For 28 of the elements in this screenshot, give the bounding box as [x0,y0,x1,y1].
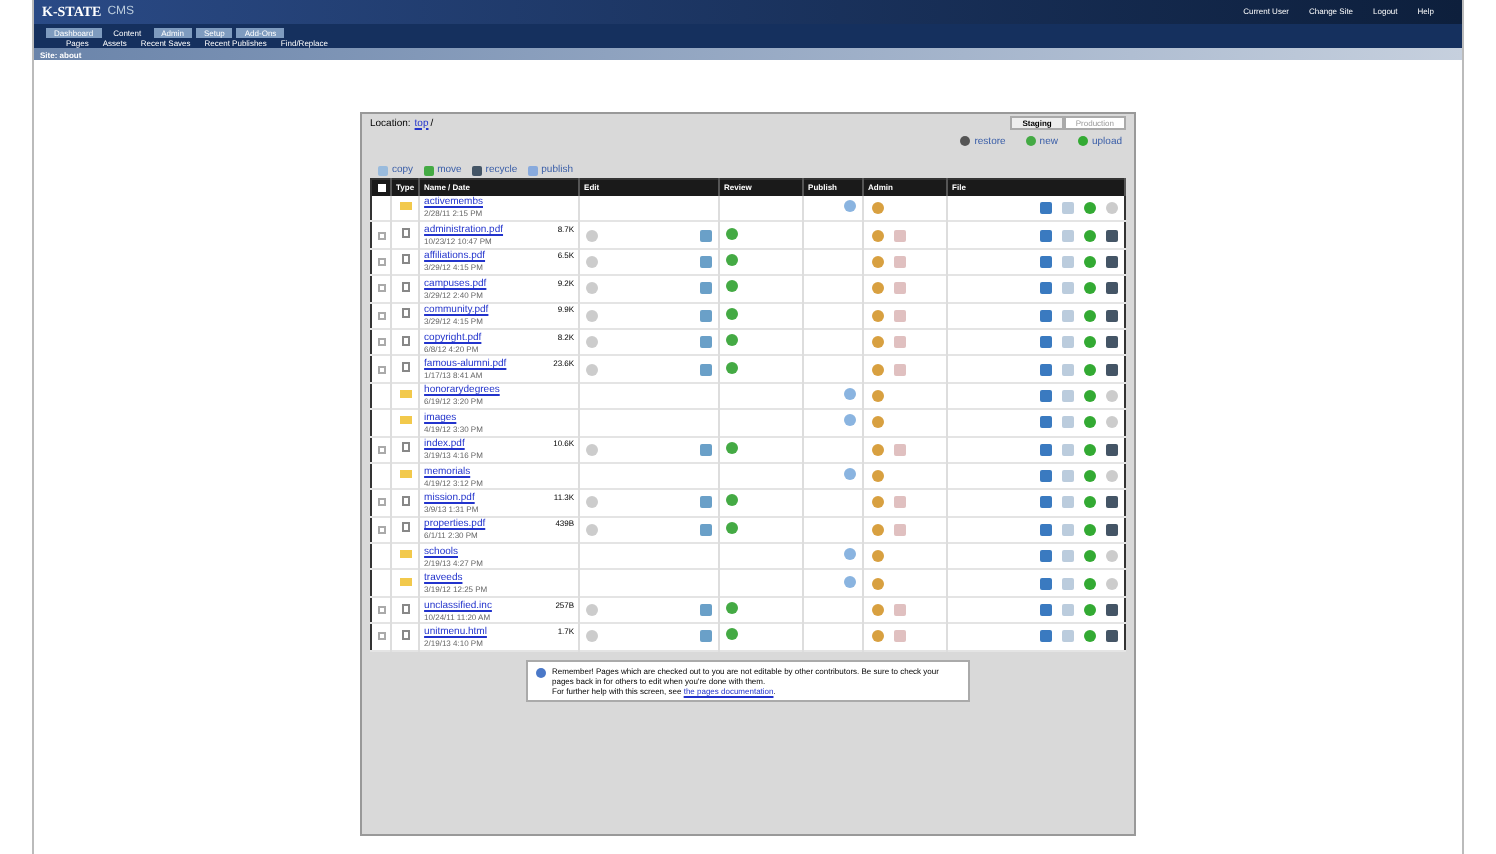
row-checkbox[interactable] [377,525,385,534]
row-checkbox[interactable] [377,231,385,240]
file-icon [401,254,410,265]
file-icon [401,629,410,640]
row-checkbox[interactable] [377,257,385,266]
row-checkbox[interactable] [377,632,385,641]
file-icon [401,335,410,346]
folder-icon [399,416,412,425]
row-checkbox[interactable] [377,445,385,454]
folder-icon [399,470,412,479]
file-icon [401,362,410,373]
row-checkbox[interactable] [377,365,385,374]
row-checkbox[interactable] [377,606,385,615]
file-icon [401,495,410,506]
folder-icon [399,577,412,586]
row-checkbox[interactable] [377,311,385,320]
row-checkbox[interactable] [377,498,385,507]
folder-icon [399,389,412,398]
file-icon [401,442,410,453]
file-icon [401,603,410,614]
file-icon [401,308,410,319]
file-icon [401,522,410,533]
folder-icon [399,201,412,210]
file-icon [401,281,410,292]
file-icon [401,228,410,239]
row-checkbox[interactable] [377,284,385,293]
folder-icon [399,550,412,559]
row-checkbox[interactable] [377,338,385,347]
